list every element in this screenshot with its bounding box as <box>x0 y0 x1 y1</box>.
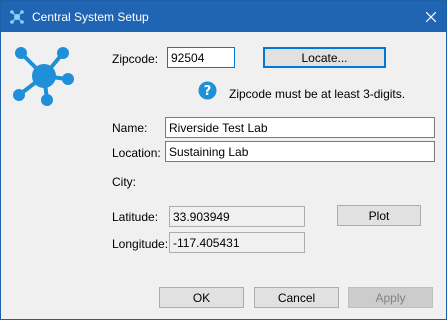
longitude-label: Longitude: <box>112 237 169 251</box>
svg-text:?: ? <box>204 84 212 99</box>
title-bar[interactable]: Central System Setup <box>1 1 446 32</box>
longitude-field <box>169 232 305 253</box>
plot-button[interactable]: Plot <box>337 205 421 226</box>
apply-button: Apply <box>348 287 433 308</box>
window-title: Central System Setup <box>32 10 149 24</box>
zipcode-hint: Zipcode must be at least 3-digits. <box>229 87 406 101</box>
name-label: Name: <box>112 121 148 135</box>
zipcode-field[interactable] <box>167 47 235 68</box>
name-field[interactable] <box>165 117 435 138</box>
location-label: Location: <box>112 146 161 160</box>
dialog-window: Central System Setup Zipcode: Locate... … <box>0 0 447 320</box>
close-button[interactable] <box>416 1 446 32</box>
locate-button[interactable]: Locate... <box>263 47 386 68</box>
location-field[interactable] <box>165 141 435 162</box>
network-hub-icon <box>10 10 24 24</box>
info-icon: ? <box>198 81 217 100</box>
close-icon <box>426 11 436 22</box>
latitude-label: Latitude: <box>112 210 159 224</box>
city-label: City: <box>112 175 136 189</box>
cancel-button[interactable]: Cancel <box>254 287 339 308</box>
zipcode-label: Zipcode: <box>112 52 159 66</box>
latitude-field <box>169 206 305 227</box>
network-hub-logo <box>13 47 74 106</box>
ok-button[interactable]: OK <box>159 287 244 308</box>
